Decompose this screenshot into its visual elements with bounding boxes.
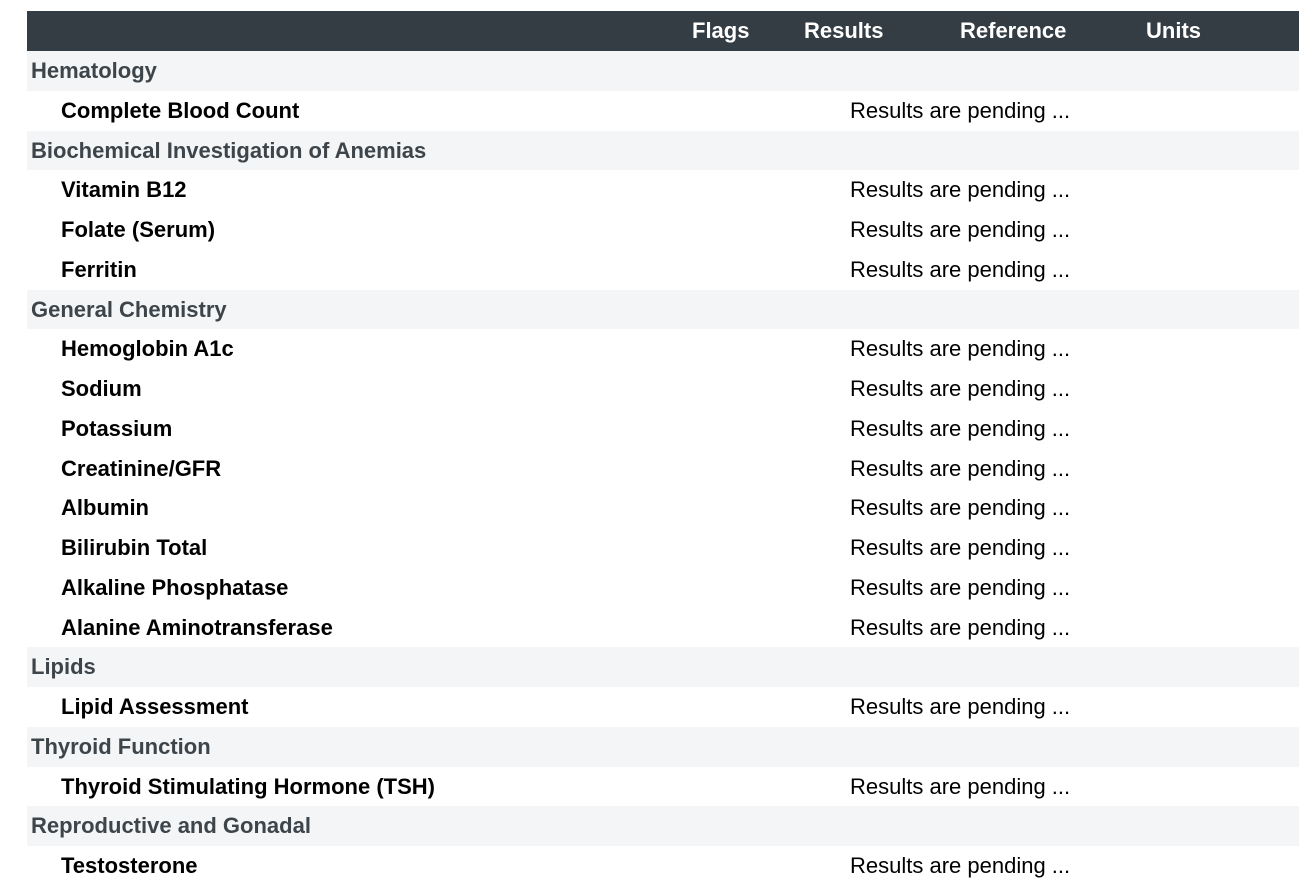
section-header-row: Hematology [27, 51, 1299, 91]
result-status: Results are pending ... [850, 376, 1071, 401]
test-row[interactable]: Hemoglobin A1c Results are pending ... [27, 329, 1299, 369]
section-title: Hematology [31, 58, 157, 83]
result-status: Results are pending ... [850, 614, 1071, 640]
results-column-header: Results [804, 18, 884, 43]
test-row[interactable]: Folate (Serum) Results are pending ... [27, 210, 1299, 250]
flags-column-header: Flags [692, 18, 750, 43]
result-status: Results are pending ... [850, 574, 1071, 600]
test-row[interactable]: Testosterone Results are pending ... [27, 846, 1299, 886]
result-status: Results are pending ... [850, 256, 1071, 282]
test-row[interactable]: Albumin Results are pending ... [27, 488, 1299, 528]
units-column-header: Units [1146, 18, 1201, 43]
result-status: Results are pending ... [850, 177, 1071, 203]
section-title: Thyroid Function [31, 733, 211, 759]
test-row[interactable]: Ferritin Results are pending ... [27, 249, 1299, 290]
test-row[interactable]: Thyroid Stimulating Hormone (TSH) Results… [27, 766, 1299, 807]
test-name[interactable]: Folate (Serum) [61, 210, 215, 250]
test-name[interactable]: Alanine Aminotransferase [61, 608, 333, 648]
reference-column-header: Reference [960, 18, 1067, 43]
section-header-row: Reproductive and Gonadal [27, 806, 1299, 846]
test-name[interactable]: Complete Blood Count [61, 91, 299, 131]
test-name[interactable]: Bilirubin Total [61, 528, 207, 568]
result-status: Results are pending ... [850, 415, 1071, 441]
section-title: General Chemistry [31, 296, 227, 322]
test-row[interactable]: Creatinine/GFR Results are pending ... [27, 448, 1299, 489]
section-title: Biochemical Investigation of Anemias [31, 137, 427, 163]
test-row[interactable]: Alkaline Phosphatase Results are pending … [27, 567, 1299, 608]
test-name[interactable]: Sodium [61, 369, 142, 409]
test-row[interactable]: Sodium Results are pending ... [27, 369, 1299, 409]
result-status: Results are pending ... [850, 535, 1071, 560]
table-header: Flags Results Reference Units [27, 11, 1299, 51]
test-name[interactable]: Lipid Assessment [61, 687, 248, 727]
result-status: Results are pending ... [850, 455, 1071, 481]
test-name[interactable]: Potassium [61, 409, 172, 449]
result-status: Results are pending ... [850, 336, 1071, 362]
test-name[interactable]: Alkaline Phosphatase [61, 568, 288, 608]
test-name[interactable]: Testosterone [61, 846, 198, 886]
test-row[interactable]: Complete Blood Count Results are pending … [27, 90, 1299, 131]
result-status: Results are pending ... [850, 853, 1071, 878]
test-name[interactable]: Albumin [61, 488, 149, 528]
lab-results-table: Flags Results Reference Units Hematology… [27, 11, 1299, 886]
test-row[interactable]: Bilirubin Total Results are pending ... [27, 528, 1299, 568]
test-row[interactable]: Potassium Results are pending ... [27, 408, 1299, 449]
section-header-row: Lipids [27, 647, 1299, 687]
result-status: Results are pending ... [850, 495, 1071, 521]
section-header-row: General Chemistry [27, 289, 1299, 330]
test-row[interactable]: Alanine Aminotransferase Results are pend… [27, 607, 1299, 648]
test-row[interactable]: Vitamin B12 Results are pending ... [27, 170, 1299, 210]
test-name[interactable]: Vitamin B12 [61, 170, 187, 210]
section-header-row: Thyroid Function [27, 726, 1299, 767]
test-name[interactable]: Thyroid Stimulating Hormone (TSH) [61, 767, 435, 807]
test-row[interactable]: Lipid Assessment Results are pending ... [27, 687, 1299, 727]
test-name[interactable]: Hemoglobin A1c [61, 329, 234, 369]
result-status: Results are pending ... [850, 773, 1071, 799]
table-body: Hematology Complete Blood Count Results ar… [27, 51, 1299, 886]
result-status: Results are pending ... [850, 217, 1071, 242]
test-name[interactable]: Creatinine/GFR [61, 449, 221, 489]
result-status: Results are pending ... [850, 694, 1071, 719]
result-status: Results are pending ... [850, 97, 1071, 123]
test-name[interactable]: Ferritin [61, 250, 137, 290]
section-header-row: Biochemical Investigation of Anemias [27, 130, 1299, 171]
section-title: Reproductive and Gonadal [31, 813, 311, 839]
section-title: Lipids [31, 654, 96, 680]
